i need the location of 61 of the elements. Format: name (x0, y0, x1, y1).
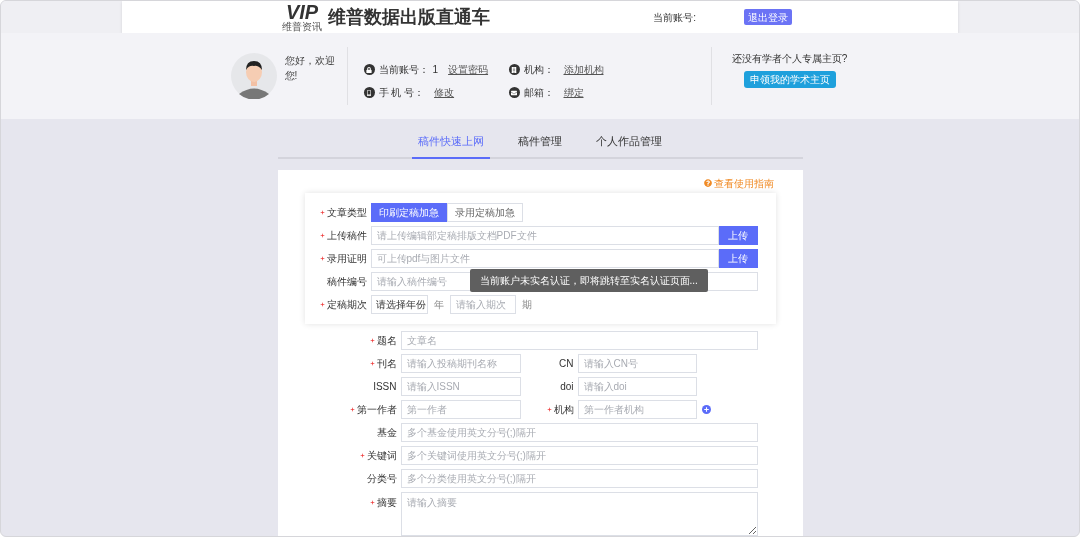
lock-icon (363, 64, 375, 75)
input-field[interactable]: 多个分类使用英文分号(;)隔开 (400, 468, 758, 488)
mail-icon (508, 87, 520, 98)
input-field[interactable]: 请输入ISSN (400, 376, 521, 396)
field-label: 摘要 (376, 495, 397, 510)
unit-label: 期 (521, 297, 532, 312)
field-label: CN (559, 356, 574, 371)
field-label: 刊名 (376, 356, 397, 371)
help-icon (703, 179, 712, 187)
building-icon (508, 64, 520, 75)
logo: VIP 维普资讯 (282, 2, 322, 32)
phone-icon (363, 87, 375, 98)
info-link[interactable]: 绑定 (563, 85, 584, 100)
logout-button[interactable]: 退出登录 (744, 9, 792, 25)
field-label: 文章类型 (326, 205, 367, 220)
account-label: 当前账号: (653, 10, 696, 25)
field-label: 定稿期次 (326, 297, 367, 312)
field-label: doi (560, 379, 574, 394)
input-field[interactable]: 多个基金使用英文分号(;)隔开 (400, 422, 758, 442)
segment-option[interactable]: 录用定稿加急 (446, 202, 523, 222)
upload-button[interactable]: 上传 (718, 248, 758, 268)
site-title: 维普数据出版直通车 (328, 5, 490, 29)
field-label: 录用证明 (326, 251, 367, 266)
input-field[interactable]: 请输入投稿期刊名称 (400, 353, 521, 373)
greeting-text: 您好，欢迎您! (284, 54, 336, 83)
info-label: 当前账号： (378, 63, 429, 77)
notice-toast: 当前账户未实名认证，即将跳转至实名认证页面... (469, 268, 708, 292)
input-field[interactable]: 请输入CN号 (577, 353, 697, 373)
year-select[interactable]: 请选择年份 (370, 294, 428, 314)
info-link[interactable]: 修改 (434, 85, 455, 100)
segment-option[interactable]: 印刷定稿加急 (370, 202, 447, 222)
field-label: 上传稿件 (326, 228, 367, 243)
input-field[interactable]: 多个关键词使用英文分号(;)隔开 (400, 445, 758, 465)
field-label: ISSN (373, 379, 397, 394)
tab[interactable]: 稿件管理 (512, 133, 568, 157)
input-field[interactable]: 请上传编辑部定稿排版文档PDF文件 (370, 225, 719, 245)
input-field[interactable]: 可上传pdf与图片文件 (370, 248, 719, 268)
input-field[interactable]: 请输入期次 (449, 294, 516, 314)
avatar-icon (230, 53, 277, 99)
info-label: 机构： (523, 63, 554, 77)
field-label: 基金 (376, 425, 397, 440)
field-label: 关键词 (366, 448, 397, 463)
promo-text: 还没有学者个人专属主页? (731, 51, 848, 66)
info-link[interactable]: 设置密码 (448, 62, 489, 77)
info-link[interactable]: 添加机构 (563, 62, 604, 77)
tab[interactable]: 个人作品管理 (590, 133, 668, 157)
field-label: 分类号 (366, 471, 397, 486)
field-label: 机构 (553, 402, 574, 417)
field-label: 题名 (376, 333, 397, 348)
info-label: 邮箱： (523, 86, 554, 100)
field-label: 稿件编号 (326, 274, 367, 289)
tab[interactable]: 稿件快速上网 (412, 133, 490, 159)
field-label: 第一作者 (356, 402, 397, 417)
info-label: 手 机 号： (378, 86, 425, 100)
unit-label: 年 (433, 297, 444, 312)
add-icon[interactable] (701, 404, 711, 414)
info-value: 1 (432, 63, 439, 77)
input-field[interactable]: 文章名 (400, 330, 758, 350)
upload-button[interactable]: 上传 (718, 225, 758, 245)
abstract-textarea[interactable]: 请输入摘要 (400, 491, 758, 536)
input-field[interactable]: 请输入doi (577, 376, 697, 396)
